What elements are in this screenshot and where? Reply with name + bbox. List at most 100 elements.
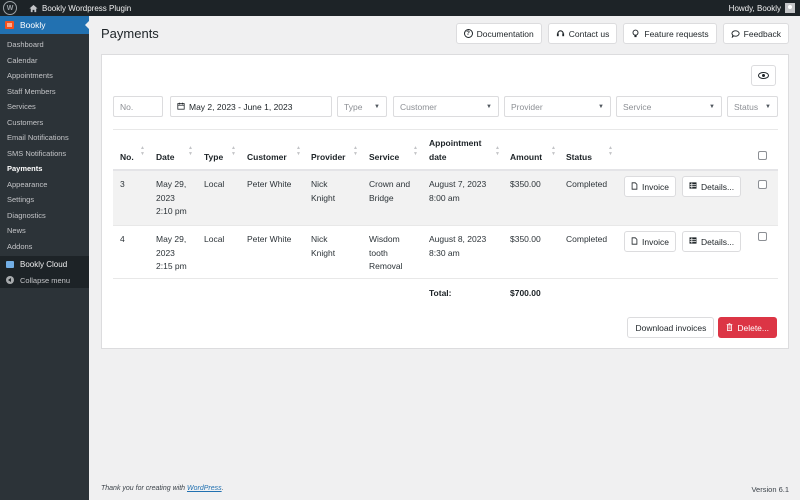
- header-type[interactable]: Type: [204, 150, 223, 164]
- details-label: Details...: [701, 182, 734, 192]
- cell-appt-line: 8:00 am: [429, 193, 460, 203]
- cell-appointment-date: August 7, 2023 8:00 am: [429, 178, 486, 205]
- contact-us-button[interactable]: Contact us: [548, 23, 618, 44]
- sidebar-item-dashboard[interactable]: Dashboard: [0, 37, 89, 53]
- customer-select-value: Customer: [400, 102, 437, 112]
- sidebar-item-services[interactable]: Services: [0, 99, 89, 115]
- cloud-icon: [6, 261, 14, 268]
- header-amount[interactable]: Amount: [510, 150, 542, 164]
- sidebar-item-appointments[interactable]: Appointments: [0, 68, 89, 84]
- sort-icon[interactable]: ▲▼: [413, 145, 418, 157]
- header-date[interactable]: Date: [156, 150, 174, 164]
- bookly-icon: [5, 21, 14, 29]
- wordpress-logo-icon[interactable]: W: [3, 1, 17, 15]
- sidebar-item-customers[interactable]: Customers: [0, 115, 89, 131]
- no-filter-input[interactable]: No.: [113, 96, 163, 117]
- sidebar-item-bookly-cloud[interactable]: Bookly Cloud: [0, 256, 89, 272]
- sort-icon[interactable]: ▲▼: [353, 145, 358, 157]
- sort-icon[interactable]: ▲▼: [188, 145, 193, 157]
- delete-label: Delete...: [737, 323, 769, 333]
- sort-icon[interactable]: ▲▼: [495, 145, 500, 157]
- feature-requests-label: Feature requests: [644, 29, 708, 39]
- sort-icon[interactable]: ▲▼: [608, 145, 613, 157]
- row-checkbox[interactable]: [758, 232, 767, 241]
- details-button[interactable]: Details...: [682, 176, 741, 197]
- customer-select[interactable]: Customer ▼: [393, 96, 499, 117]
- cell-provider-line: Knight: [311, 193, 335, 203]
- sidebar-item-news[interactable]: News: [0, 223, 89, 239]
- wordpress-link[interactable]: WordPress: [187, 485, 222, 492]
- home-icon[interactable]: [28, 3, 38, 13]
- sidebar-item-bookly[interactable]: Bookly: [0, 16, 89, 34]
- header-customer[interactable]: Customer: [247, 150, 287, 164]
- sidebar-item-email-notifications[interactable]: Email Notifications: [0, 130, 89, 146]
- total-row: Total: $700.00: [113, 279, 778, 307]
- cell-provider: Nick Knight: [311, 178, 335, 205]
- cell-date: May 29, 2023 2:15 pm: [156, 233, 187, 274]
- download-invoices-button[interactable]: Download invoices: [627, 317, 714, 338]
- table-list-icon: [689, 237, 697, 246]
- sidebar-item-diagnostics[interactable]: Diagnostics: [0, 208, 89, 224]
- invoice-button[interactable]: Invoice: [624, 176, 676, 197]
- sort-icon[interactable]: ▲▼: [140, 145, 145, 157]
- total-label: Total:: [429, 288, 452, 298]
- documentation-label: Documentation: [477, 29, 534, 39]
- invoice-label: Invoice: [642, 237, 669, 247]
- cell-date-line: 2:15 pm: [156, 261, 187, 271]
- feedback-button[interactable]: Feedback: [723, 23, 789, 44]
- sidebar-item-sms-notifications[interactable]: SMS Notifications: [0, 146, 89, 162]
- sidebar-item-payments[interactable]: Payments: [0, 161, 89, 177]
- cell-date: May 29, 2023 2:10 pm: [156, 178, 187, 219]
- cell-status: Completed: [566, 233, 607, 247]
- howdy-user-link[interactable]: Howdy, Bookly: [729, 4, 781, 13]
- payments-table: No. ▲▼ Date ▲▼ Type ▲▼ Customer ▲▼ Provi…: [113, 129, 778, 307]
- cell-amount: $350.00: [510, 233, 541, 247]
- user-avatar-icon[interactable]: [785, 3, 795, 13]
- sidebar-item-staff-members[interactable]: Staff Members: [0, 84, 89, 100]
- details-button[interactable]: Details...: [682, 231, 741, 252]
- cell-type: Local: [204, 178, 224, 192]
- header-provider[interactable]: Provider: [311, 150, 346, 164]
- footer-version: Version 6.1: [751, 485, 789, 494]
- caret-down-icon: ▼: [709, 104, 715, 110]
- table-row: 4 May 29, 2023 2:15 pm Local Peter White…: [113, 226, 778, 279]
- feature-requests-button[interactable]: Feature requests: [623, 23, 716, 44]
- cell-service-line: Wisdom: [369, 234, 400, 244]
- header-status[interactable]: Status: [566, 150, 592, 164]
- invoice-button[interactable]: Invoice: [624, 231, 676, 252]
- cell-no: 3: [120, 178, 125, 192]
- cell-date-line: 2023: [156, 248, 175, 258]
- site-name-link[interactable]: Bookly Wordpress Plugin: [42, 4, 131, 13]
- sort-icon[interactable]: ▲▼: [231, 145, 236, 157]
- trash-icon: [726, 323, 733, 333]
- sidebar-item-addons[interactable]: Addons: [0, 239, 89, 255]
- cell-service-line: Bridge: [369, 193, 394, 203]
- no-filter-placeholder: No.: [120, 102, 133, 112]
- documentation-button[interactable]: ? Documentation: [456, 23, 542, 44]
- cell-no: 4: [120, 233, 125, 247]
- row-checkbox[interactable]: [758, 180, 767, 189]
- sort-icon[interactable]: ▲▼: [296, 145, 301, 157]
- admin-bar: W Bookly Wordpress Plugin Howdy, Bookly: [0, 0, 800, 16]
- status-select[interactable]: Status ▼: [727, 96, 778, 117]
- sidebar-item-settings[interactable]: Settings: [0, 192, 89, 208]
- column-visibility-button[interactable]: [751, 65, 776, 86]
- delete-button[interactable]: Delete...: [718, 317, 777, 338]
- type-select[interactable]: Type ▼: [337, 96, 387, 117]
- caret-down-icon: ▼: [374, 104, 380, 110]
- cell-date-line: May 29,: [156, 234, 186, 244]
- collapse-menu-button[interactable]: Collapse menu: [0, 272, 89, 288]
- cell-type: Local: [204, 233, 224, 247]
- select-all-checkbox[interactable]: [758, 151, 767, 160]
- service-select[interactable]: Service ▼: [616, 96, 722, 117]
- sidebar-item-appearance[interactable]: Appearance: [0, 177, 89, 193]
- provider-select[interactable]: Provider ▼: [504, 96, 611, 117]
- sort-icon[interactable]: ▲▼: [551, 145, 556, 157]
- caret-down-icon: ▼: [598, 104, 604, 110]
- sidebar-item-calendar[interactable]: Calendar: [0, 53, 89, 69]
- pdf-file-icon: [631, 237, 638, 247]
- header-no[interactable]: No.: [120, 150, 134, 164]
- date-range-picker[interactable]: May 2, 2023 - June 1, 2023: [170, 96, 332, 117]
- header-service[interactable]: Service: [369, 150, 399, 164]
- header-appointment-date[interactable]: Appointment date: [429, 136, 481, 164]
